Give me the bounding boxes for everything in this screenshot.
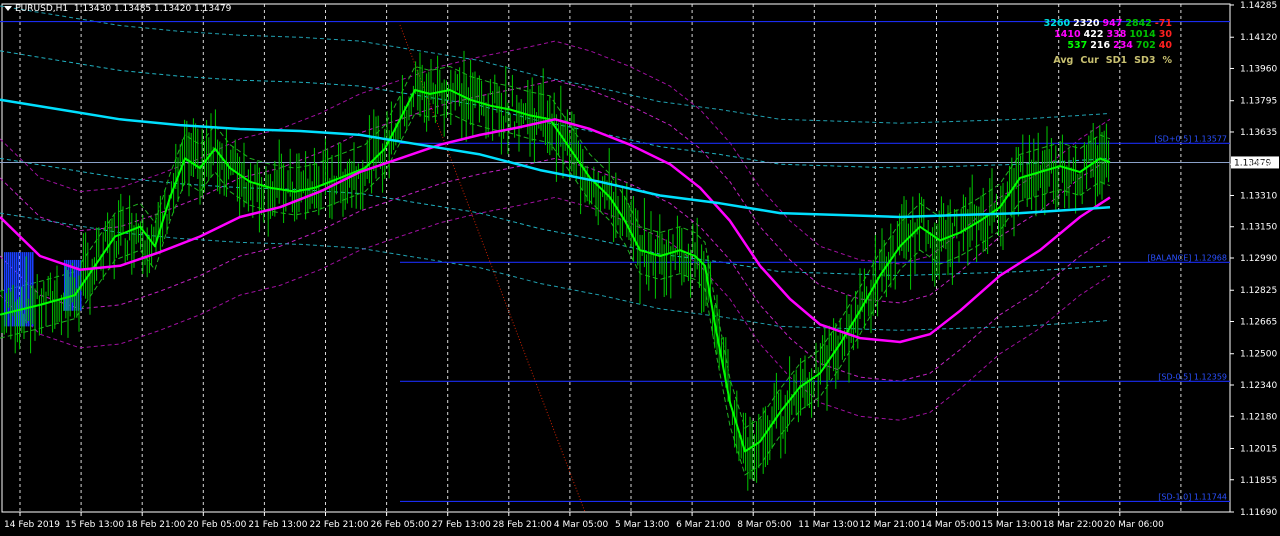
x-tick-label: 22 Feb 21:00 (310, 520, 369, 530)
histogram-bar (64, 259, 66, 311)
stats-value: 2842 (1125, 18, 1152, 29)
y-tick-label: 1.11690 (1240, 508, 1277, 518)
y-tick-label: 1.12180 (1240, 412, 1277, 422)
ohlc-values: 1.13430 1.13485 1.13420 1.13479 (73, 4, 232, 14)
x-tick-label: 14 Feb 2019 (4, 520, 60, 530)
x-tick-label: 6 Mar 21:00 (676, 520, 731, 530)
stats-label: % (1162, 55, 1172, 66)
price-bars (1, 50, 1110, 491)
histogram-bar (20, 252, 22, 327)
y-tick-label: 1.12340 (1240, 381, 1277, 391)
y-tick-label: 1.12990 (1240, 254, 1277, 264)
stats-value: 40 (1158, 40, 1172, 51)
y-tick-label: 1.13310 (1240, 191, 1277, 201)
stats-value: 2320 (1073, 18, 1100, 29)
stats-row: 537 216 234 702 40 (1041, 40, 1172, 51)
stats-value: 537 (1067, 40, 1088, 51)
y-tick-label: 1.14285 (1240, 1, 1277, 11)
band-line (0, 79, 1111, 304)
stats-label: Avg (1053, 55, 1074, 66)
x-tick-label: 12 Mar 21:00 (859, 520, 919, 530)
x-tick-label: 26 Feb 05:00 (371, 520, 430, 530)
y-tick-label: 1.13150 (1240, 223, 1277, 233)
y-axis: 1.14285 1.14120 1.13960 1.13795 1.13635 1.134… (1230, 1, 1277, 518)
y-tick-label: 1.13795 (1240, 97, 1277, 107)
stats-value: 216 (1090, 40, 1111, 51)
x-tick-label: 11 Mar 13:00 (798, 520, 858, 530)
stats-value: 30 (1158, 29, 1172, 40)
level-label: [BALANCE] 1.12968 (1147, 253, 1227, 262)
x-tick-label: 28 Feb 21:00 (493, 520, 552, 530)
stats-labels: Avg Cur SD1 SD3% (1041, 55, 1172, 66)
x-tick-label: 14 Mar 05:00 (921, 520, 981, 530)
x-tick-label: 15 Feb 13:00 (65, 520, 124, 530)
level-label: [SD+0.5] 1.13577 (1154, 134, 1227, 143)
stats-row: 1410 422 338 1014 30 (1041, 29, 1172, 40)
y-tick-label: 1.12015 (1240, 445, 1277, 455)
x-tick-label: 18 Mar 22:00 (1043, 520, 1103, 530)
x-axis: 14 Feb 2019 15 Feb 13:00 18 Feb 21:00 20 Fe… (4, 512, 1164, 530)
y-tick-label: 1.12825 (1240, 286, 1277, 296)
y-tick-label: 1.13635 (1240, 128, 1277, 138)
ma-line (0, 89, 1111, 453)
stats-value: 1410 (1054, 29, 1081, 40)
level-label: [SD-0.5] 1.12359 (1158, 372, 1227, 381)
level-label: [SD-1.0] 1.11744 (1158, 492, 1227, 501)
stats-value: -71 (1154, 18, 1172, 29)
symbol-label: EURUSD,H1 (15, 4, 69, 14)
y-tick-label: 1.14120 (1240, 33, 1277, 43)
stats-value: 338 (1106, 29, 1127, 40)
x-tick-label: 27 Feb 13:00 (432, 520, 491, 530)
x-tick-label: 20 Feb 05:00 (187, 520, 246, 530)
grid-lines (1, 3, 1231, 513)
ma-line (0, 98, 1111, 219)
x-tick-label: 15 Mar 13:00 (982, 520, 1042, 530)
stats-value: 3260 (1043, 18, 1071, 29)
y-tick-label: 1.12665 (1240, 318, 1277, 328)
stats-row: 3260 2320 947 2842 -71 (1041, 18, 1172, 29)
stats-value: 947 (1102, 18, 1123, 29)
dropdown-triangle-icon[interactable] (4, 6, 12, 11)
stats-label: Cur (1080, 55, 1099, 66)
stats-label: SD1 (1105, 55, 1128, 66)
x-tick-label: 4 Mar 05:00 (554, 520, 609, 530)
stats-value: 234 (1113, 40, 1133, 51)
band-line (0, 5, 1111, 124)
stats-panel: 3260 2320 947 2842 -71 1410 422 338 1014 30 537 2… (1041, 18, 1172, 66)
x-tick-label: 5 Mar 13:00 (615, 520, 670, 530)
stats-label: SD3 (1134, 55, 1156, 66)
stats-value: 422 (1083, 29, 1104, 40)
y-tick-label: 1.11855 (1240, 476, 1277, 486)
moving-averages (0, 89, 1111, 453)
y-tick-label: 1.13470 (1240, 160, 1277, 170)
x-tick-label: 8 Mar 05:00 (737, 520, 792, 530)
stats-value: 702 (1135, 40, 1156, 51)
x-tick-label: 21 Feb 13:00 (248, 520, 307, 530)
x-tick-label: 18 Feb 21:00 (126, 520, 185, 530)
stats-value: 1014 (1129, 29, 1156, 40)
y-tick-label: 1.13960 (1240, 64, 1277, 74)
y-tick-label: 1.12500 (1240, 350, 1277, 360)
chart-header: EURUSD,H1 1.13430 1.13485 1.13420 1.1347… (4, 4, 231, 14)
price-chart[interactable]: [SD+0.5] 1.13577 [BALANCE] 1.12968 [SD-0.5… (0, 0, 1280, 536)
band-line (0, 157, 1111, 382)
band-line (0, 112, 1111, 476)
x-tick-label: 20 Mar 06:00 (1104, 520, 1164, 530)
plot-frame (1, 3, 1231, 513)
